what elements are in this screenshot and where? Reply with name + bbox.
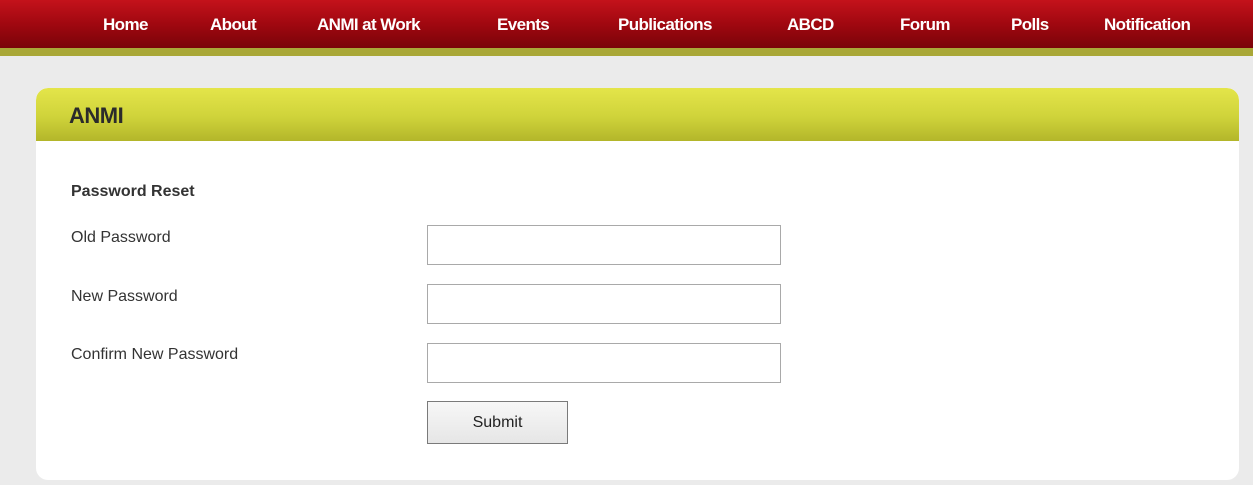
panel-title: ANMI <box>69 103 124 128</box>
form-section-title: Password Reset <box>71 183 195 200</box>
nav-item-forum[interactable]: Forum <box>900 0 950 48</box>
nav-item-publications[interactable]: Publications <box>618 0 712 48</box>
nav-item-anmi-at-work[interactable]: ANMI at Work <box>317 0 421 48</box>
nav-menu: Home About ANMI at Work Events Publicati… <box>0 0 1253 48</box>
old-password-label: Old Password <box>71 229 171 246</box>
nav-item-notification[interactable]: Notification <box>1104 0 1191 48</box>
password-reset-panel: ANMI Password Reset Old Password New Pas… <box>36 88 1239 480</box>
confirm-password-label: Confirm New Password <box>71 346 239 363</box>
confirm-password-field[interactable] <box>427 343 781 383</box>
nav-item-abcd[interactable]: ABCD <box>787 0 834 48</box>
top-navigation-bar: Home About ANMI at Work Events Publicati… <box>0 0 1253 48</box>
new-password-label: New Password <box>71 288 178 305</box>
new-password-field[interactable] <box>427 284 781 324</box>
nav-accent-bar <box>0 48 1253 56</box>
nav-item-about[interactable]: About <box>210 0 257 48</box>
nav-item-polls[interactable]: Polls <box>1011 0 1049 48</box>
submit-button[interactable]: Submit <box>427 401 568 444</box>
nav-item-home[interactable]: Home <box>103 0 148 48</box>
panel-header: ANMI <box>36 88 1239 141</box>
nav-item-events[interactable]: Events <box>497 0 550 48</box>
old-password-field[interactable] <box>427 225 781 265</box>
